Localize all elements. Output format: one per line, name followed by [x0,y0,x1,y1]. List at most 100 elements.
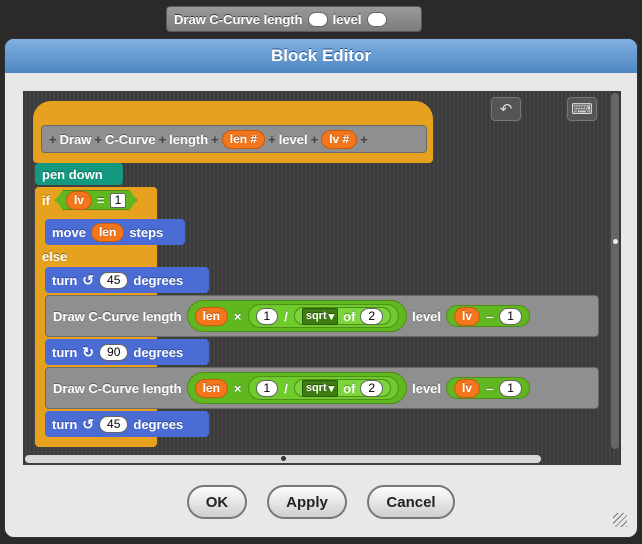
plus-sep[interactable]: + [94,132,102,147]
numerator-input[interactable]: 1 [255,307,279,325]
dialog-title: Block Editor [270,46,372,65]
of-label: of [343,380,356,396]
scroll-handle-dot [281,456,286,461]
if-label: if [42,192,50,208]
cancel-label: Cancel [386,493,436,511]
proto-word-c-curve: C-Curve [104,131,156,147]
palette-block-name: Draw C-Curve length [174,11,303,27]
move-block[interactable]: move len steps [45,219,185,245]
degrees-label: degrees [133,344,184,360]
lv-variable[interactable]: lv [454,378,481,398]
draw-c-curve-call[interactable]: Draw C-Curve length len × 1 / sqrt ▾ of 2… [45,295,599,337]
pen-down-block[interactable]: pen down [35,163,123,185]
turn-label: turn [52,272,78,288]
scroll-handle-dot [613,239,618,244]
turn-label: turn [52,416,78,432]
plus-sep[interactable]: + [159,132,167,147]
dialog-title-bar[interactable]: Block Editor [5,39,637,73]
sqrt-dropdown[interactable]: sqrt ▾ [301,379,339,397]
turn-cw-block[interactable]: turn ↻ 90 degrees [45,339,209,365]
ok-button[interactable]: OK [187,485,247,519]
call-label: Draw C-Curve length [53,380,182,396]
degrees-label: degrees [133,416,184,432]
sqrt-dropdown[interactable]: sqrt ▾ [301,307,339,325]
vertical-scrollbar[interactable] [611,93,619,449]
turn-ccw-block[interactable]: turn ↺ 45 degrees [45,267,209,293]
keyboard-icon[interactable]: ⌨ [567,97,597,121]
multiply-reporter[interactable]: len × 1 / sqrt ▾ of 2 [186,300,408,332]
proto-word-length: length [169,131,209,147]
numerator-input[interactable]: 1 [255,379,279,397]
level-slot[interactable] [366,11,387,27]
else-row: else [35,247,74,265]
palette-block[interactable]: Draw C-Curve length level [166,6,422,32]
script-area[interactable]: ↶ ⌨ + Draw + C-Curve + length + len # + … [23,91,621,465]
lv-variable[interactable]: lv [454,306,481,326]
minus-sign: – [486,308,494,324]
if-row: if lv = 1 [35,187,157,213]
plus-sep[interactable]: + [311,132,319,147]
input-lv[interactable]: lv # [321,129,358,149]
plus-sep[interactable]: + [211,132,219,147]
equals-predicate[interactable]: lv = 1 [55,190,137,210]
minus-input[interactable]: 1 [499,379,522,397]
chevron-down-icon: ▾ [328,382,335,395]
divide-reporter[interactable]: 1 / sqrt ▾ of 2 [247,376,400,400]
equals-value[interactable]: 1 [110,193,127,208]
divide-sign: / [284,308,288,324]
undo-icon[interactable]: ↶ [491,97,521,121]
chevron-down-icon: ▾ [328,310,335,323]
turn-degrees-input[interactable]: 90 [99,343,129,361]
plus-sep[interactable]: + [49,132,57,147]
block-prototype[interactable]: + Draw + C-Curve + length + len # + leve… [41,125,427,153]
plus-sep[interactable]: + [268,132,276,147]
else-label: else [42,248,68,264]
turn-degrees-input[interactable]: 45 [99,271,129,289]
sqrt-input[interactable]: 2 [360,307,384,325]
move-label: move [52,224,86,240]
minus-reporter[interactable]: lv – 1 [446,305,530,327]
proto-word-draw: Draw [59,131,92,147]
divide-sign: / [284,380,288,396]
len-variable[interactable]: len [194,378,228,398]
apply-button[interactable]: Apply [267,485,347,519]
times-sign: × [233,380,242,396]
equals-sign: = [96,192,105,208]
sqrt-reporter[interactable]: sqrt ▾ of 2 [293,307,392,325]
apply-label: Apply [286,493,328,511]
proto-word-level: level [278,131,308,147]
turn-ccw-block[interactable]: turn ↺ 45 degrees [45,411,209,437]
cancel-button[interactable]: Cancel [367,485,455,519]
minus-sign: – [486,380,494,396]
call-label: Draw C-Curve length [53,308,182,324]
turn-degrees-input[interactable]: 45 [99,415,129,433]
rotate-ccw-icon: ↺ [82,415,95,432]
resize-handle-icon[interactable] [613,513,627,527]
degrees-label: degrees [133,272,184,288]
multiply-reporter[interactable]: len × 1 / sqrt ▾ of 2 [186,372,408,404]
input-len[interactable]: len # [221,129,266,149]
length-slot[interactable] [307,11,328,27]
ok-label: OK [205,493,229,511]
plus-sep[interactable]: + [360,132,368,147]
block-editor-dialog: Block Editor ↶ ⌨ + Draw + C-Curve + leng… [4,38,638,538]
divide-reporter[interactable]: 1 / sqrt ▾ of 2 [247,304,400,328]
of-label: of [343,308,356,324]
minus-reporter[interactable]: lv – 1 [446,377,530,399]
len-variable[interactable]: len [194,306,228,326]
level-label: level [412,380,442,396]
minus-input[interactable]: 1 [499,307,522,325]
draw-c-curve-call[interactable]: Draw C-Curve length len × 1 / sqrt ▾ of 2… [45,367,599,409]
len-variable[interactable]: len [90,222,125,242]
rotate-ccw-icon: ↺ [82,271,95,288]
times-sign: × [233,308,242,324]
pen-down-label: pen down [42,166,103,182]
turn-label: turn [52,344,78,360]
level-label: level [412,308,442,324]
lv-variable[interactable]: lv [66,191,92,210]
rotate-cw-icon: ↻ [82,343,95,360]
palette-block-param: level [332,11,362,27]
sqrt-label: sqrt [305,310,327,322]
sqrt-reporter[interactable]: sqrt ▾ of 2 [293,379,392,397]
sqrt-input[interactable]: 2 [360,379,384,397]
